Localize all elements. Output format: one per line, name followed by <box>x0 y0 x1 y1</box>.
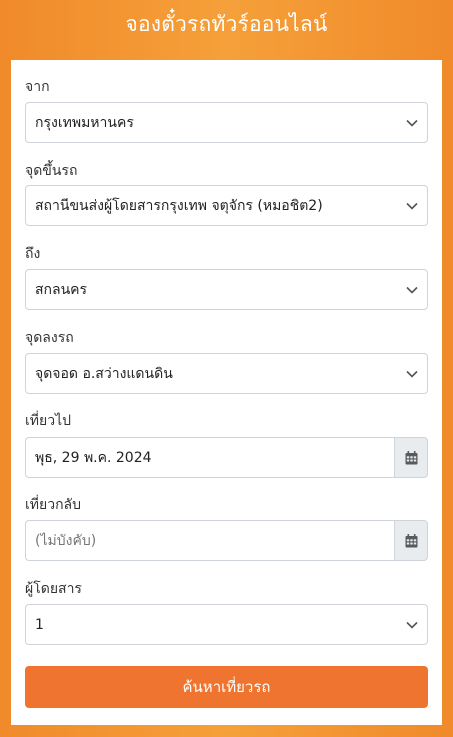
chevron-down-icon <box>397 605 427 644</box>
chevron-down-icon <box>397 103 427 142</box>
depart-label: เที่ยวไป <box>25 413 72 429</box>
booking-form: จาก กรุงเทพมหานคร จุดขึ้นรถ สถานีขนส่งผู… <box>11 60 442 725</box>
chevron-down-icon <box>397 270 427 309</box>
return-calendar-button[interactable] <box>394 520 428 561</box>
chevron-down-icon <box>397 186 427 225</box>
return-label: เที่ยวกลับ <box>25 497 82 513</box>
from-value: กรุงเทพมหานคร <box>35 114 134 131</box>
pickup-label: จุดขึ้นรถ <box>25 163 78 179</box>
return-date-group: (ไม่บังคับ) <box>25 520 428 561</box>
depart-date-input[interactable]: พุธ, 29 พ.ค. 2024 <box>25 437 394 478</box>
passengers-value: 1 <box>35 616 44 633</box>
dropoff-value: จุดจอด อ.สว่างแดนดิน <box>35 365 173 382</box>
to-label: ถึง <box>25 246 41 262</box>
page-title: จองตั๋วรถทัวร์ออนไลน์ <box>125 11 328 36</box>
pickup-value: สถานีขนส่งผู้โดยสารกรุงเทพ จตุจักร (หมอช… <box>35 197 323 214</box>
calendar-icon <box>405 450 417 464</box>
to-select[interactable]: สกลนคร <box>25 269 428 310</box>
depart-date-group: พุธ, 29 พ.ค. 2024 <box>25 437 428 478</box>
calendar-icon <box>405 533 417 547</box>
from-label: จาก <box>25 79 50 95</box>
dropoff-select[interactable]: จุดจอด อ.สว่างแดนดิน <box>25 353 428 394</box>
from-select[interactable]: กรุงเทพมหานคร <box>25 102 428 143</box>
to-value: สกลนคร <box>35 281 88 298</box>
search-trips-button[interactable]: ค้นหาเที่ยวรถ <box>25 666 428 708</box>
pickup-select[interactable]: สถานีขนส่งผู้โดยสารกรุงเทพ จตุจักร (หมอช… <box>25 185 428 226</box>
passengers-label: ผู้โดยสาร <box>25 581 82 597</box>
passengers-select[interactable]: 1 <box>25 604 428 645</box>
chevron-down-icon <box>397 354 427 393</box>
return-date-input[interactable]: (ไม่บังคับ) <box>25 520 394 561</box>
depart-calendar-button[interactable] <box>394 437 428 478</box>
dropoff-label: จุดลงรถ <box>25 330 74 346</box>
